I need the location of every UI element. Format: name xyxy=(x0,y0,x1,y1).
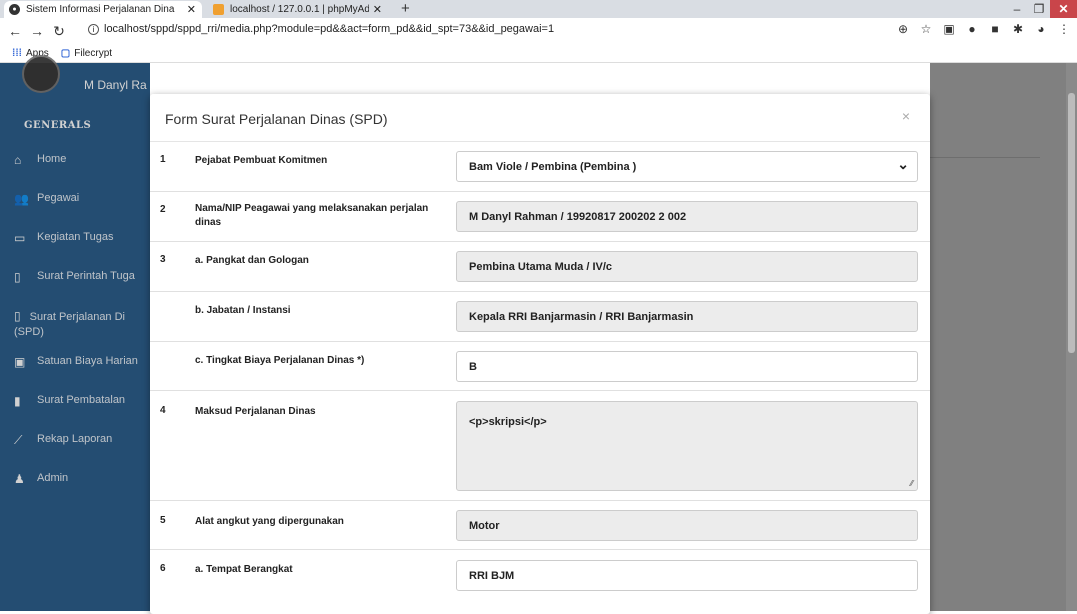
back-icon[interactable]: ← xyxy=(4,23,26,39)
bookmark-filecrypt[interactable]: ▢ Filecrypt xyxy=(61,48,112,59)
extension-icon[interactable]: ■ xyxy=(988,22,1002,36)
tingkat-biaya-field[interactable]: B xyxy=(456,351,918,382)
form-row: 3 a. Pangkat dan Gologan Pembina Utama M… xyxy=(150,242,930,292)
window-close-icon[interactable]: ✕ xyxy=(1050,0,1077,18)
new-tab-icon[interactable]: + xyxy=(401,0,410,17)
scrollbar[interactable] xyxy=(1066,63,1077,611)
row-label: c. Tingkat Biaya Perjalanan Dinas *) xyxy=(195,355,365,366)
tab-phpmyadmin[interactable]: localhost / 127.0.0.1 | phpMyAdr ✕ xyxy=(208,1,388,18)
form-row: 2 Nama/NIP Peagawai yang melaksanakan pe… xyxy=(150,192,930,242)
puzzle-icon[interactable]: ✱ xyxy=(1011,22,1025,36)
site-favicon-icon: ● xyxy=(9,4,20,15)
row-number: 5 xyxy=(160,515,166,526)
nama-nip-field[interactable]: M Danyl Rahman / 19920817 200202 2 002 xyxy=(456,201,918,232)
form-row: 4 Maksud Perjalanan Dinas <p>skripsi</p> xyxy=(150,391,930,501)
star-icon[interactable]: ☆ xyxy=(919,22,933,36)
modal-backdrop-right[interactable] xyxy=(930,63,1077,611)
spd-form-modal: Form Surat Perjalanan Dinas (SPD) × 1 Pe… xyxy=(150,94,930,614)
row-label: a. Pangkat dan Gologan xyxy=(195,255,309,266)
address-bar: ← → ↻ i localhost/sppd/sppd_rri/media.php… xyxy=(0,18,1077,44)
zoom-icon[interactable]: ⊕ xyxy=(896,22,910,36)
jabatan-field[interactable]: Kepala RRI Banjarmasin / RRI Banjarmasin xyxy=(456,301,918,332)
reload-icon[interactable]: ↻ xyxy=(48,23,70,40)
tempat-berangkat-field[interactable]: RRI BJM xyxy=(456,560,918,591)
row-number: 6 xyxy=(160,563,166,574)
row-label: Alat angkut yang dipergunakan xyxy=(195,516,344,527)
tab-title: Sistem Informasi Perjalanan Dina xyxy=(26,4,175,15)
form-row: 5 Alat angkut yang dipergunakan Motor xyxy=(150,501,930,550)
tab-close-icon[interactable]: ✕ xyxy=(373,3,382,16)
form-row: b. Jabatan / Instansi Kepala RRI Banjarm… xyxy=(150,292,930,342)
modal-close-button[interactable]: × xyxy=(902,108,910,124)
row-number: 3 xyxy=(160,254,166,265)
browser-tab-bar: ● Sistem Informasi Perjalanan Dina ✕ loc… xyxy=(0,0,1077,18)
tab-sistem-informasi[interactable]: ● Sistem Informasi Perjalanan Dina ✕ xyxy=(4,1,202,18)
row-number: 1 xyxy=(160,154,166,165)
alat-angkut-field[interactable]: Motor xyxy=(456,510,918,541)
adblock-icon[interactable]: ● xyxy=(965,22,979,36)
url-field[interactable]: i localhost/sppd/sppd_rri/media.php?modul… xyxy=(88,23,554,35)
tab-close-icon[interactable]: ✕ xyxy=(187,3,196,16)
info-icon[interactable]: i xyxy=(88,24,99,35)
row-label: Nama/NIP Peagawai yang melaksanakan perj… xyxy=(195,203,429,228)
modal-backdrop[interactable] xyxy=(0,63,150,611)
scrollbar-thumb[interactable] xyxy=(1068,93,1075,353)
form-row: 1 Pejabat Pembuat Komitmen Bam Viole / P… xyxy=(150,142,930,192)
maximize-icon[interactable]: ❐ xyxy=(1028,0,1050,18)
form-row: 6 a. Tempat Berangkat RRI BJM xyxy=(150,550,930,600)
apps-grid-icon: ⁞⁞⁞ xyxy=(12,47,22,59)
pejabat-select[interactable]: Bam Viole / Pembina (Pembina ) xyxy=(456,151,918,182)
page: M Danyl Ra GENERALS ⌂ Home 👥 Pegawai ▭ Kegi… xyxy=(0,55,1077,614)
row-number: 4 xyxy=(160,405,166,416)
form-row: c. Tingkat Biaya Perjalanan Dinas *) B xyxy=(150,342,930,391)
forward-icon[interactable]: → xyxy=(26,23,48,39)
url-text: localhost/sppd/sppd_rri/media.php?module… xyxy=(104,23,555,35)
more-menu-icon[interactable]: ⋮ xyxy=(1057,22,1071,36)
row-label: Pejabat Pembuat Komitmen xyxy=(195,155,328,166)
pangkat-field[interactable]: Pembina Utama Muda / IV/c xyxy=(456,251,918,282)
minimize-icon[interactable]: – xyxy=(1006,0,1028,18)
bookmarks-bar: ⁞⁞⁞ Apps ▢ Filecrypt xyxy=(0,44,1077,63)
filecrypt-icon: ▢ xyxy=(60,47,71,59)
phpmyadmin-favicon-icon xyxy=(213,4,224,15)
profile-icon[interactable]: ◕ xyxy=(1034,22,1048,36)
extension-icon[interactable]: ▣ xyxy=(942,22,956,36)
modal-header: Form Surat Perjalanan Dinas (SPD) × xyxy=(150,94,930,142)
tab-title: localhost / 127.0.0.1 | phpMyAdr xyxy=(230,4,369,15)
row-label: b. Jabatan / Instansi xyxy=(195,305,291,316)
row-number: 2 xyxy=(160,204,166,215)
maksud-perjalanan-textarea[interactable]: <p>skripsi</p> xyxy=(456,401,918,491)
divider xyxy=(930,157,1040,158)
modal-title: Form Surat Perjalanan Dinas (SPD) xyxy=(165,111,388,127)
row-label: Maksud Perjalanan Dinas xyxy=(195,406,316,417)
row-label: a. Tempat Berangkat xyxy=(195,564,293,575)
